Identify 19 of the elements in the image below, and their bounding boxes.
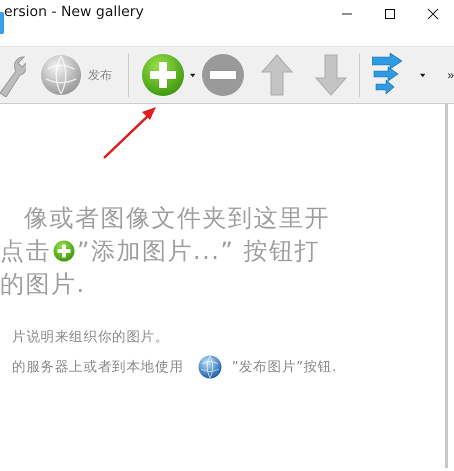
overflow-button[interactable]: » [447,68,454,82]
caret-icon[interactable] [190,72,196,78]
hint-text: 像或者图像文件夹到这里开 [24,202,330,234]
add-button[interactable] [140,53,185,97]
hint-text: 的图片. [0,268,86,300]
globe-icon [40,54,82,96]
maximize-icon [384,8,396,20]
hint-text: ”添加图片...” 按钮打 [77,236,320,266]
hint-text: 点击 [0,236,51,266]
add-icon [53,240,75,262]
globe-icon [198,355,222,379]
export-button[interactable] [372,53,402,97]
note-text: 片说明来组织你的图片。 [12,328,170,346]
note-text: ”发布图片”按钮. [232,358,337,376]
note-text: 的服务器上或者到本地使用 [12,358,184,376]
caret-icon[interactable] [420,72,426,78]
close-icon [426,8,438,20]
window-title: ersion - New gallery [4,4,144,20]
app-icon [0,12,4,34]
